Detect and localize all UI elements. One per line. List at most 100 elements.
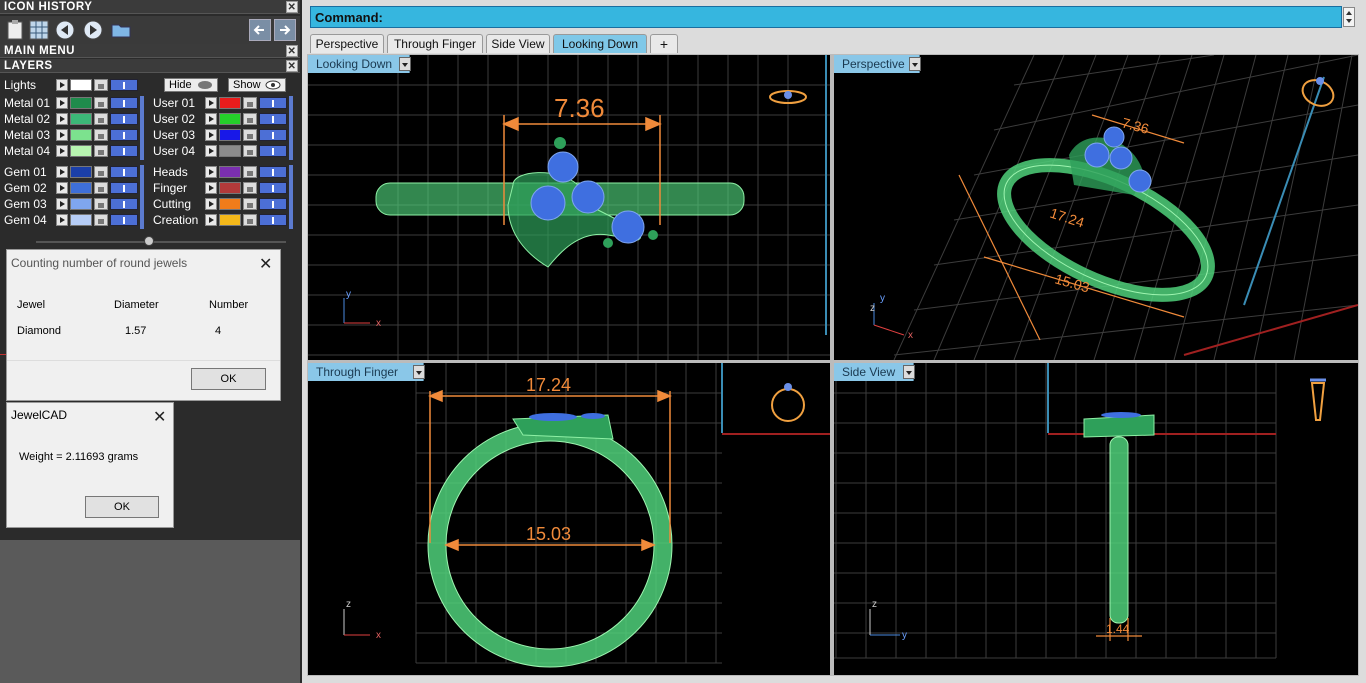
viewport-perspective[interactable]: 7.36 17.24 15.03 y z x Perspective [834,55,1358,360]
history-forward-button[interactable] [274,19,296,41]
viewport-side-view[interactable]: 1.44 z y Side View [834,363,1358,675]
expand-arrow-icon[interactable] [56,166,68,178]
lock-icon[interactable] [94,198,108,210]
visibility-toggle[interactable] [110,182,138,194]
layer-color-swatch[interactable] [70,198,92,210]
visibility-toggle[interactable] [110,129,138,141]
layer-color-swatch[interactable] [219,129,241,141]
expand-arrow-icon[interactable] [205,129,217,141]
lock-icon[interactable] [94,145,108,157]
lock-icon[interactable] [243,198,257,210]
layer-color-swatch[interactable] [70,214,92,226]
show-button[interactable]: Show [228,78,286,92]
expand-arrow-icon[interactable] [56,182,68,194]
expand-arrow-icon[interactable] [56,113,68,125]
lock-icon[interactable] [94,113,108,125]
expand-arrow-icon[interactable] [56,198,68,210]
splitter[interactable] [36,241,286,243]
close-icon[interactable]: ✕ [259,254,272,274]
expand-arrow-icon[interactable] [56,145,68,157]
lock-icon[interactable] [94,129,108,141]
lock-icon[interactable] [243,113,257,125]
hide-button[interactable]: Hide [164,78,218,92]
history-back-button[interactable] [249,19,271,41]
expand-arrow-icon[interactable] [205,182,217,194]
visibility-toggle[interactable] [110,166,138,178]
expand-arrow-icon[interactable] [56,79,68,91]
close-icon[interactable]: ✕ [286,1,298,13]
expand-arrow-icon[interactable] [205,113,217,125]
layer-color-swatch[interactable] [70,97,92,109]
viewport-looking-down[interactable]: 7.36 y x Looking Down [308,55,830,360]
lock-icon[interactable] [94,79,108,91]
viewport-dropdown[interactable] [903,365,915,379]
visibility-toggle[interactable] [110,79,138,91]
redo-icon[interactable] [82,19,104,41]
splitter-handle[interactable] [144,236,154,246]
command-scrollbar[interactable] [1343,7,1355,27]
lock-icon[interactable] [243,182,257,194]
visibility-toggle[interactable] [259,182,287,194]
visibility-toggle[interactable] [259,97,287,109]
viewport-dropdown[interactable] [399,57,411,71]
ok-button[interactable]: OK [85,496,159,518]
tab-side-view[interactable]: Side View [486,34,550,53]
expand-arrow-icon[interactable] [205,145,217,157]
layer-color-swatch[interactable] [219,182,241,194]
lock-icon[interactable] [243,166,257,178]
grid-icon[interactable] [28,19,50,41]
visibility-toggle[interactable] [110,214,138,226]
viewport-through-finger[interactable]: 17.24 15.03 z x Through Finger [308,363,830,675]
visibility-toggle[interactable] [259,145,287,157]
ok-button[interactable]: OK [191,368,266,390]
visibility-toggle[interactable] [259,113,287,125]
layer-color-swatch[interactable] [70,182,92,194]
tab-perspective[interactable]: Perspective [310,34,384,53]
open-folder-icon[interactable] [110,19,132,41]
lock-icon[interactable] [243,145,257,157]
icon-history-header[interactable]: ICON HISTORY ✕ [0,0,300,14]
expand-arrow-icon[interactable] [205,214,217,226]
expand-arrow-icon[interactable] [205,198,217,210]
lock-icon[interactable] [94,182,108,194]
lock-icon[interactable] [94,97,108,109]
layer-color-swatch[interactable] [219,145,241,157]
layer-color-swatch[interactable] [70,129,92,141]
layer-color-swatch[interactable] [70,113,92,125]
layer-color-swatch[interactable] [219,166,241,178]
visibility-toggle[interactable] [259,129,287,141]
lock-icon[interactable] [243,129,257,141]
layer-color-swatch[interactable] [70,166,92,178]
visibility-toggle[interactable] [259,214,287,226]
expand-arrow-icon[interactable] [56,97,68,109]
expand-arrow-icon[interactable] [205,166,217,178]
visibility-toggle[interactable] [110,113,138,125]
expand-arrow-icon[interactable] [56,129,68,141]
lights-swatch[interactable] [70,79,92,91]
main-menu-header[interactable]: MAIN MENU ✕ [0,44,300,58]
layers-header[interactable]: LAYERS ✕ [0,59,300,73]
lock-icon[interactable] [243,97,257,109]
lock-icon[interactable] [94,214,108,226]
viewport-dropdown[interactable] [909,57,921,71]
command-bar[interactable]: Command: [310,6,1342,28]
close-icon[interactable]: ✕ [153,407,166,427]
layer-color-swatch[interactable] [219,97,241,109]
expand-arrow-icon[interactable] [205,97,217,109]
visibility-toggle[interactable] [110,145,138,157]
visibility-toggle[interactable] [110,97,138,109]
tab-looking-down[interactable]: Looking Down [553,34,647,53]
layer-color-swatch[interactable] [219,113,241,125]
close-icon[interactable]: ✕ [286,45,298,57]
visibility-toggle[interactable] [259,166,287,178]
layer-color-swatch[interactable] [219,214,241,226]
viewport-dropdown[interactable] [413,365,425,379]
visibility-toggle[interactable] [110,198,138,210]
close-icon[interactable]: ✕ [286,60,298,72]
visibility-toggle[interactable] [259,198,287,210]
layer-color-swatch[interactable] [70,145,92,157]
add-tab-button[interactable]: + [650,34,678,53]
layer-color-swatch[interactable] [219,198,241,210]
lock-icon[interactable] [243,214,257,226]
lock-icon[interactable] [94,166,108,178]
